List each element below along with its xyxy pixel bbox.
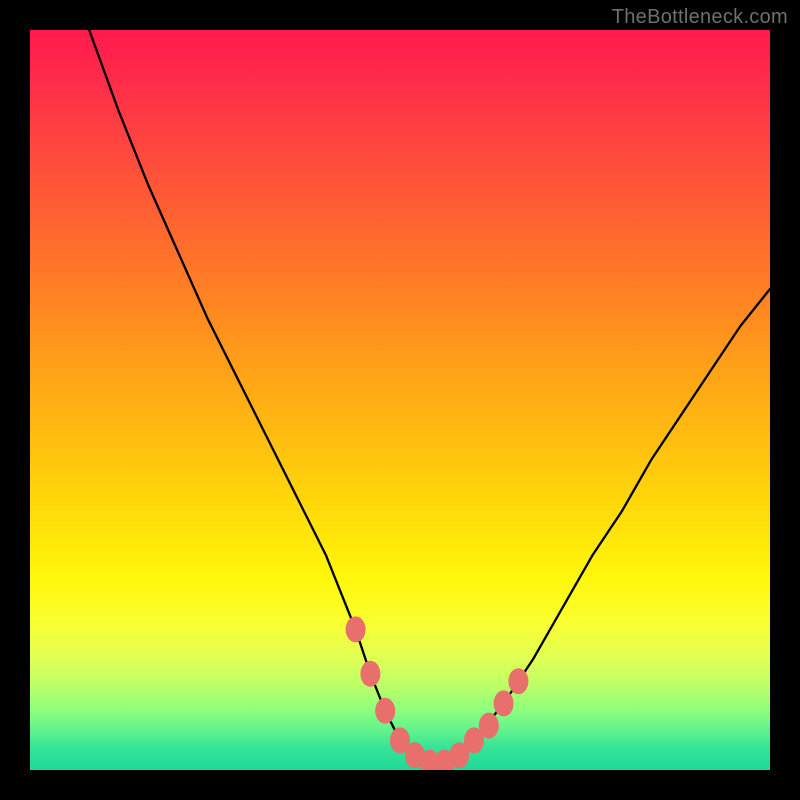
marker-group [346, 616, 529, 770]
curve-marker [494, 690, 514, 716]
curve-marker [360, 661, 380, 687]
curve-marker [375, 698, 395, 724]
chart-overlay [30, 30, 770, 770]
curve-marker [346, 616, 366, 642]
plot-area [30, 30, 770, 770]
bottleneck-curve [89, 30, 770, 763]
curve-marker [479, 713, 499, 739]
watermark-text: TheBottleneck.com [612, 6, 788, 29]
curve-marker [508, 668, 528, 694]
chart-frame: TheBottleneck.com [0, 0, 800, 800]
